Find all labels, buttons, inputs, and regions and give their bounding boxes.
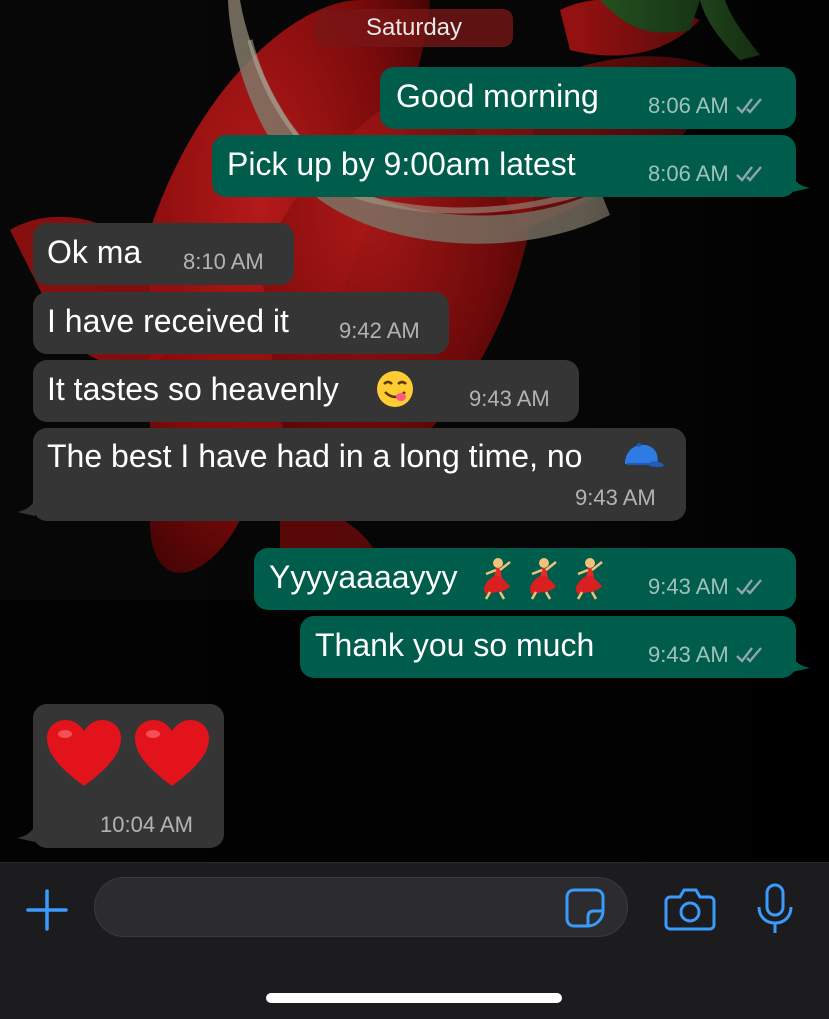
message-time: 9:43 AM xyxy=(575,485,656,511)
message-outgoing[interactable]: Thank you so much 9:43 AM xyxy=(300,616,796,678)
message-timestamp: 9:43 AM xyxy=(648,642,729,667)
message-timestamp: 9:42 AM xyxy=(339,318,420,343)
woman-dancing-emoji xyxy=(484,558,511,600)
message-composer xyxy=(0,862,829,1019)
microphone-icon[interactable] xyxy=(754,883,796,935)
message-timestamp: 8:06 AM xyxy=(648,93,729,118)
message-time: 8:06 AM xyxy=(648,161,767,187)
plus-icon[interactable] xyxy=(24,887,70,933)
message-text: Ok ma xyxy=(47,234,142,270)
message-time: 9:43 AM xyxy=(648,642,767,668)
message-outgoing[interactable]: Yyyyaaaayyy 9:43 AM xyxy=(254,548,796,610)
message-time: 9:42 AM xyxy=(339,318,420,344)
message-text: The best I have had in a long time, no xyxy=(47,438,583,474)
message-incoming[interactable]: I have received it 9:42 AM xyxy=(33,292,449,354)
read-receipt-icon xyxy=(735,647,762,663)
message-time: 9:43 AM xyxy=(648,574,767,600)
message-incoming[interactable]: Ok ma 8:10 AM xyxy=(33,223,294,285)
bubble-tail xyxy=(17,500,35,516)
camera-icon[interactable] xyxy=(664,885,716,931)
message-time: 8:06 AM xyxy=(648,93,767,119)
woman-dancing-emoji-group xyxy=(476,556,606,600)
message-timestamp: 9:43 AM xyxy=(575,485,656,510)
read-receipt-icon xyxy=(735,166,762,182)
message-text: Yyyyaaaayyy xyxy=(269,559,458,595)
message-text: Thank you so much xyxy=(315,627,595,663)
woman-dancing-emoji xyxy=(576,558,603,600)
bubble-tail xyxy=(17,826,35,842)
message-input[interactable] xyxy=(94,877,628,937)
message-incoming[interactable]: 10:04 AM xyxy=(33,704,224,848)
chat-screen: Saturday Good morning 8:06 AM Pick up by… xyxy=(0,0,829,1019)
message-text: It tastes so heavenly xyxy=(47,371,339,407)
message-text: I have received it xyxy=(47,303,289,339)
message-outgoing[interactable]: Pick up by 9:00am latest 8:06 AM xyxy=(212,135,796,197)
red-heart-emoji xyxy=(135,720,209,786)
read-receipt-icon xyxy=(735,98,762,114)
message-time: 10:04 AM xyxy=(100,812,193,838)
bubble-tail xyxy=(792,176,810,192)
red-heart-emoji xyxy=(47,720,121,786)
message-incoming[interactable]: The best I have had in a long time, no 9… xyxy=(33,428,686,521)
face-savoring-food-emoji xyxy=(377,371,413,407)
message-timestamp: 8:06 AM xyxy=(648,161,729,186)
woman-dancing-emoji xyxy=(530,558,557,600)
message-incoming[interactable]: It tastes so heavenly 9:43 AM xyxy=(33,360,579,422)
message-timestamp: 8:10 AM xyxy=(183,249,264,274)
message-timestamp: 9:43 AM xyxy=(469,386,550,411)
message-timestamp: 9:43 AM xyxy=(648,574,729,599)
bubble-tail xyxy=(792,656,810,672)
message-text: Pick up by 9:00am latest xyxy=(227,146,576,182)
date-separator: Saturday xyxy=(315,9,513,47)
message-time: 8:10 AM xyxy=(183,249,264,275)
message-outgoing[interactable]: Good morning 8:06 AM xyxy=(380,67,796,129)
message-text: Good morning xyxy=(396,78,599,114)
read-receipt-icon xyxy=(735,579,762,595)
home-indicator[interactable] xyxy=(266,993,562,1003)
cap-emoji xyxy=(625,443,664,468)
message-timestamp: 10:04 AM xyxy=(100,812,193,837)
sticker-icon[interactable] xyxy=(564,887,606,929)
message-time: 9:43 AM xyxy=(469,386,550,412)
